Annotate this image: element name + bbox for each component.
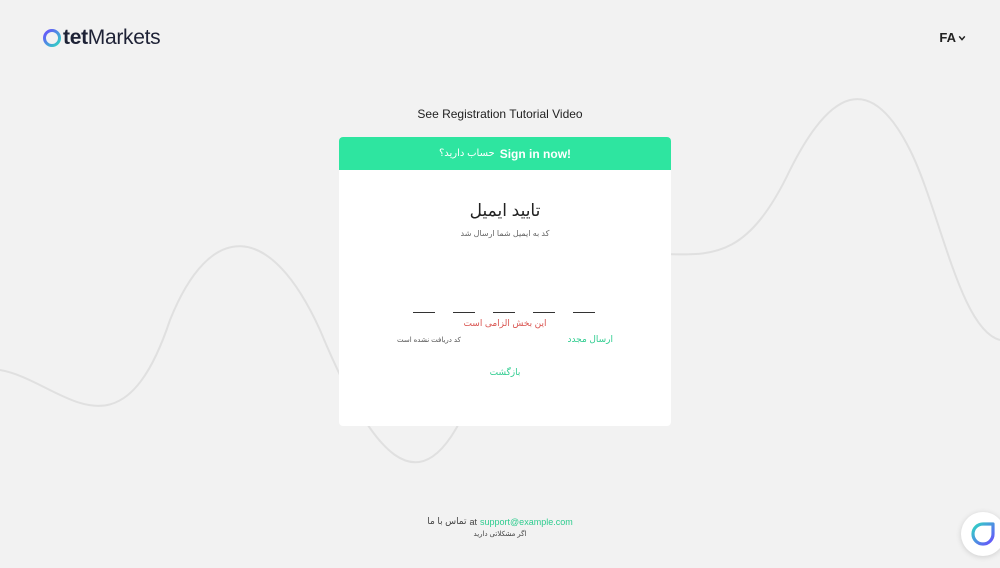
language-selector[interactable]: FA	[939, 30, 966, 45]
signin-banner: حساب دارید؟ Sign in now!	[339, 137, 671, 170]
back-link[interactable]: بازگشت	[339, 367, 671, 378]
footer-at: at	[469, 516, 478, 527]
chevron-down-icon	[958, 35, 966, 41]
resend-code-link[interactable]: ارسال مجدد	[567, 334, 613, 345]
footer-help-text: اگر مشکلاتی دارید	[473, 531, 527, 538]
language-label: FA	[939, 30, 956, 45]
page-title: تایید ایمیل	[469, 201, 541, 220]
chat-widget-icon	[971, 522, 995, 546]
logo-suffix: Markets	[87, 26, 161, 49]
support-email-link[interactable]: support@example.com	[480, 517, 573, 527]
chat-widget-button[interactable]	[961, 512, 1000, 556]
page-subtitle: کد به ایمیل شما ارسال شد	[460, 229, 550, 238]
otp-digit-1[interactable]	[413, 305, 435, 313]
logo-mark-icon	[43, 29, 61, 47]
footer-contact-label: تماس با ما	[427, 516, 467, 526]
banner-question: حساب دارید؟	[438, 148, 495, 159]
logo-brand: tet	[63, 26, 88, 49]
otp-digit-5[interactable]	[573, 305, 595, 313]
required-error: این بخش الزامی است	[463, 318, 547, 328]
footer: تماس با ما at support@example.com اگر مش…	[0, 516, 1000, 538]
resend-row: ارسال مجدد کد دریافت نشده است	[397, 334, 613, 345]
verification-card: حساب دارید؟ Sign in now! تایید ایمیل کد …	[339, 137, 671, 426]
logo[interactable]: tet Markets	[42, 26, 161, 50]
otp-input-group	[413, 305, 595, 313]
otp-digit-3[interactable]	[493, 305, 515, 313]
signin-link[interactable]: Sign in now!	[500, 147, 571, 161]
footer-contact: تماس با ما at support@example.com	[0, 516, 1000, 527]
code-not-received-text: کد دریافت نشده است	[397, 336, 461, 344]
otp-digit-4[interactable]	[533, 305, 555, 313]
page: tet Markets FA See Registration Tutorial…	[0, 0, 1000, 568]
tutorial-video-link[interactable]: See Registration Tutorial Video	[0, 107, 1000, 121]
otp-digit-2[interactable]	[453, 305, 475, 313]
